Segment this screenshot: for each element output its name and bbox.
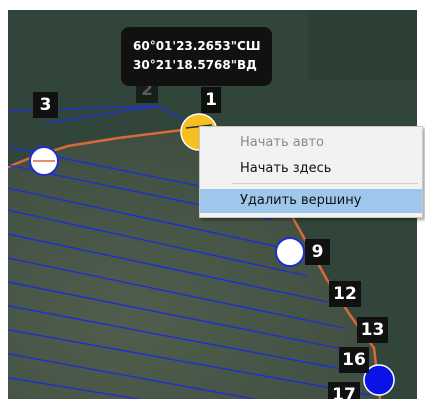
waypoint-label-12[interactable]: 12: [329, 281, 361, 307]
waypoint-label-1[interactable]: 1: [201, 87, 221, 113]
waypoint-label-9[interactable]: 9: [305, 239, 330, 265]
waypoint-label-13[interactable]: 13: [357, 317, 388, 343]
menu-item-start-here[interactable]: Начать здесь: [200, 157, 422, 181]
dark-tree-patch-2: [308, 10, 417, 80]
context-menu: Начать авто Начать здесь Удалить вершину: [199, 126, 423, 218]
waypoint-label-3[interactable]: 3: [33, 92, 58, 118]
vertex-marker-9[interactable]: [275, 237, 305, 267]
menu-separator: [232, 183, 418, 184]
screenshot-frame: 2 3 1 9 12 13 16 17 60°01'23.2653"СШ 30°…: [0, 0, 425, 401]
coordinate-tooltip: 60°01'23.2653"СШ 30°21'18.5768"ВД: [121, 27, 272, 86]
waypoint-label-16[interactable]: 16: [339, 347, 369, 373]
waypoint-label-17[interactable]: 17: [328, 382, 360, 399]
menu-item-start-auto: Начать авто: [240, 135, 324, 150]
latitude-text: 60°01'23.2653"СШ: [133, 39, 261, 53]
longitude-text: 30°21'18.5768"ВД: [133, 58, 257, 72]
menu-item-delete-vertex[interactable]: Удалить вершину: [200, 189, 422, 213]
